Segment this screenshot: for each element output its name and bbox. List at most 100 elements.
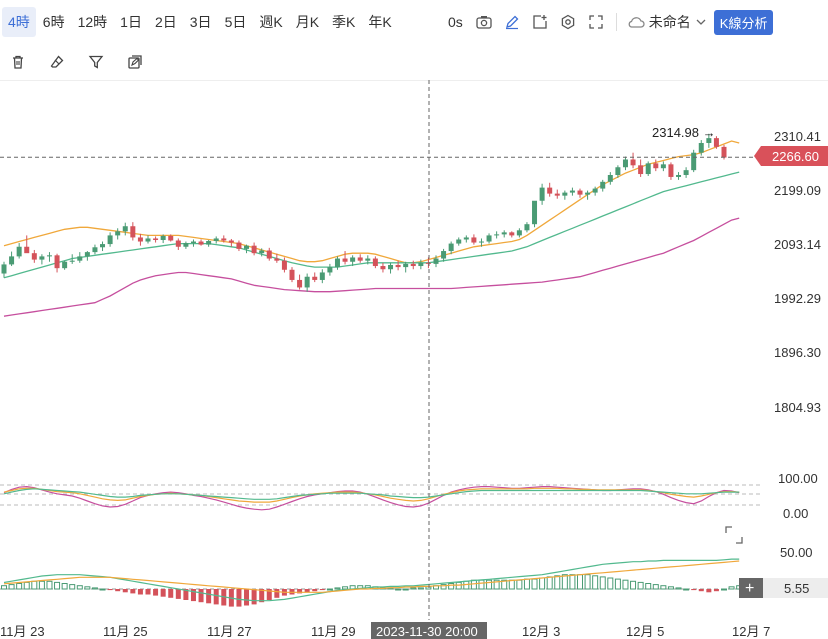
macd-bar bbox=[160, 589, 166, 597]
candle bbox=[236, 242, 242, 249]
macd-bar bbox=[728, 586, 735, 590]
macd-bar bbox=[561, 574, 568, 590]
macd-bar bbox=[319, 589, 325, 591]
candle bbox=[668, 164, 674, 177]
ma-magenta-line bbox=[3, 217, 740, 317]
candle bbox=[350, 257, 356, 262]
macd-value-label: 5.55 bbox=[784, 581, 809, 596]
macd-bar bbox=[69, 584, 76, 590]
candle bbox=[168, 235, 174, 241]
candle bbox=[62, 261, 68, 269]
macd-bar bbox=[206, 589, 212, 604]
macd-bar bbox=[691, 589, 697, 591]
candle bbox=[281, 260, 287, 270]
candle bbox=[721, 146, 727, 158]
macd-bar bbox=[213, 589, 219, 605]
macd-bar bbox=[168, 589, 174, 598]
candle bbox=[448, 243, 454, 252]
macd-bar bbox=[395, 588, 402, 591]
macd-bar bbox=[508, 579, 515, 590]
macd-bar bbox=[99, 588, 106, 591]
macd-bar bbox=[84, 586, 91, 590]
candle bbox=[259, 250, 265, 254]
x-tick: 12月 5 bbox=[626, 624, 664, 639]
candle bbox=[69, 260, 75, 262]
candle bbox=[54, 255, 60, 269]
y-tick: 1896.30 bbox=[774, 345, 821, 360]
expand-icon[interactable] bbox=[725, 526, 743, 544]
candle bbox=[107, 235, 113, 245]
macd-tick: 50.00 bbox=[780, 545, 813, 560]
candle bbox=[206, 241, 212, 245]
macd-bar bbox=[76, 585, 83, 590]
macd-bar bbox=[312, 589, 318, 592]
candle bbox=[183, 243, 189, 247]
macd-bar bbox=[531, 578, 538, 590]
candle bbox=[251, 245, 257, 254]
macd-bar bbox=[539, 577, 546, 590]
candle bbox=[228, 240, 234, 243]
macd-bar bbox=[652, 584, 659, 590]
candle bbox=[676, 175, 682, 177]
candle bbox=[698, 142, 704, 153]
candle bbox=[16, 246, 22, 257]
candle bbox=[319, 272, 325, 280]
candle bbox=[198, 241, 204, 245]
candle bbox=[92, 247, 98, 253]
candle bbox=[160, 235, 166, 240]
candle bbox=[615, 167, 621, 176]
macd-bar bbox=[91, 587, 98, 590]
candle bbox=[630, 159, 636, 166]
y-tick: 2093.14 bbox=[774, 237, 821, 252]
macd-bar bbox=[175, 589, 181, 599]
macd-bar bbox=[115, 589, 121, 592]
macd-bar bbox=[236, 589, 242, 607]
macd-bar bbox=[455, 581, 462, 590]
candle bbox=[539, 187, 545, 201]
x-tick: 12月 7 bbox=[732, 624, 770, 639]
chart-area[interactable]: 2310.41 2199.09 2093.14 1992.29 1896.30 … bbox=[0, 0, 828, 639]
candle bbox=[130, 226, 136, 238]
macd-bar bbox=[546, 576, 553, 590]
candle bbox=[31, 253, 37, 260]
macd-bar bbox=[478, 579, 485, 590]
candle bbox=[115, 231, 121, 236]
candle bbox=[122, 226, 128, 232]
macd-bar bbox=[486, 579, 493, 590]
candle bbox=[304, 276, 310, 288]
candle bbox=[425, 262, 431, 264]
macd-bar bbox=[622, 579, 629, 590]
candle bbox=[84, 252, 90, 257]
macd-bar bbox=[523, 578, 530, 590]
candle bbox=[645, 163, 651, 175]
candle bbox=[403, 263, 409, 268]
macd-bar bbox=[137, 589, 143, 595]
macd-bar bbox=[577, 574, 583, 590]
candle bbox=[524, 224, 530, 231]
macd-bar bbox=[46, 580, 53, 590]
macd-bar bbox=[614, 578, 621, 590]
candle bbox=[441, 251, 447, 259]
candle bbox=[494, 234, 500, 236]
candle bbox=[153, 238, 159, 240]
candle bbox=[334, 258, 340, 268]
candle bbox=[486, 235, 492, 242]
candle bbox=[691, 152, 697, 171]
macd-bar bbox=[584, 574, 591, 590]
macd-bar bbox=[706, 589, 712, 593]
candle bbox=[1, 264, 7, 274]
macd-bar bbox=[61, 583, 68, 590]
candle bbox=[509, 232, 515, 236]
x-tick: 11月 27 bbox=[207, 624, 252, 639]
osc-tick: 0.00 bbox=[783, 506, 808, 521]
candle bbox=[653, 163, 659, 169]
candle bbox=[137, 237, 143, 242]
candle bbox=[289, 269, 295, 280]
plus-icon: + bbox=[745, 580, 754, 597]
candle bbox=[683, 170, 689, 176]
candle bbox=[622, 159, 628, 168]
macd-line bbox=[3, 558, 740, 602]
candle bbox=[221, 238, 227, 241]
candle bbox=[39, 256, 45, 260]
macd-bar bbox=[607, 577, 614, 590]
